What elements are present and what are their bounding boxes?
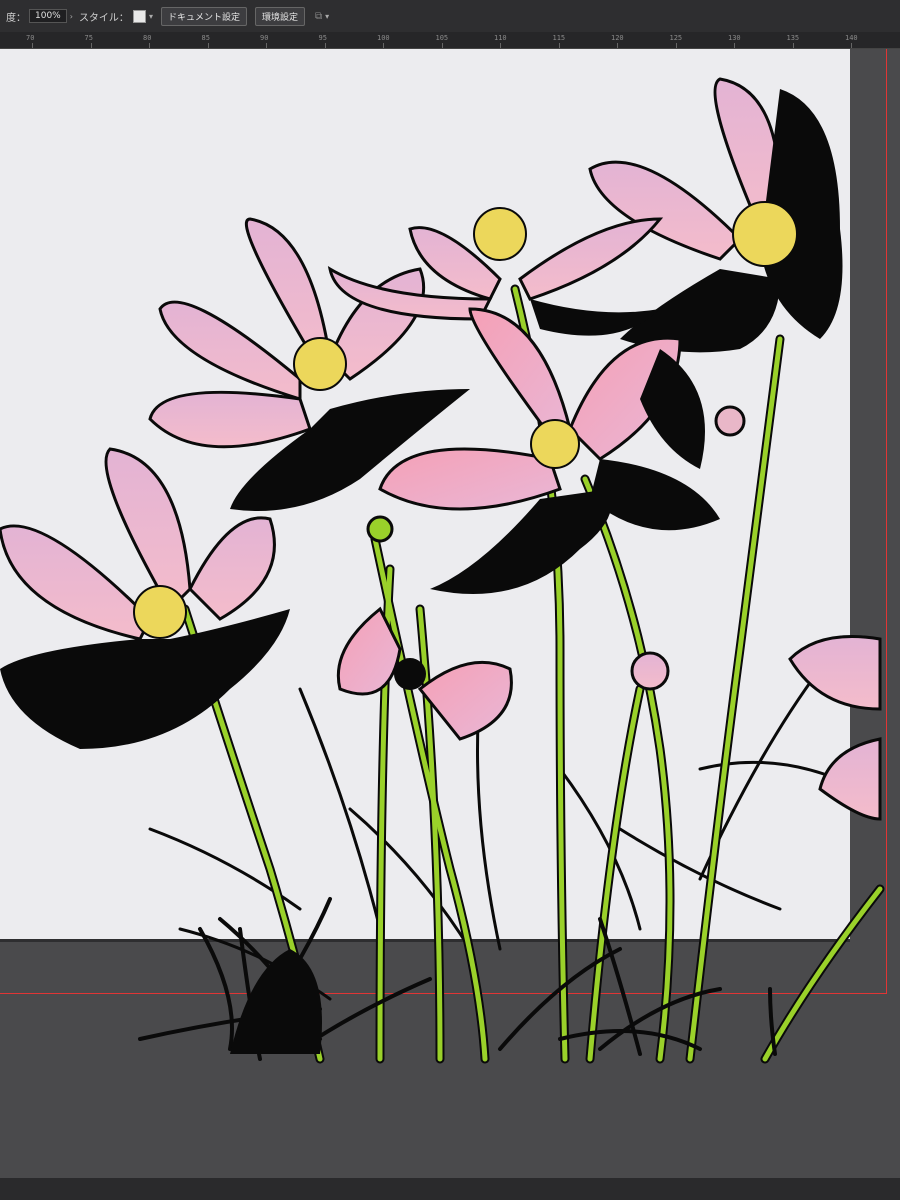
ruler-tick xyxy=(675,43,677,48)
opacity-control[interactable]: 度： 100% › xyxy=(6,9,73,24)
ruler-label: 110 xyxy=(494,34,507,42)
ruler-label: 85 xyxy=(201,34,210,42)
ruler-label: 80 xyxy=(143,34,152,42)
ruler-tick xyxy=(558,43,560,48)
ruler-tick xyxy=(617,43,618,48)
chevron-right-icon[interactable]: › xyxy=(70,12,73,21)
style-control[interactable]: スタイル： ▾ xyxy=(79,9,153,24)
ruler-tick xyxy=(792,43,794,48)
ruler-label: 90 xyxy=(260,34,269,42)
ruler-label: 130 xyxy=(728,34,741,42)
style-label: スタイル： xyxy=(78,12,129,24)
ruler-label: 120 xyxy=(611,34,624,42)
ruler-label: 135 xyxy=(786,34,800,42)
ruler-label: 105 xyxy=(435,34,449,42)
ruler-label: 70 xyxy=(26,34,35,42)
opacity-label: 度： xyxy=(6,12,26,24)
horizontal-ruler[interactable]: 70 75 80 85 90 95 100 105 110 115 120 125 130 135 140 xyxy=(0,32,900,49)
ruler-tick xyxy=(90,43,92,48)
arrange-icon[interactable]: ⧉ xyxy=(315,11,322,22)
ruler-label: 140 xyxy=(845,34,858,42)
ruler-tick xyxy=(441,43,443,48)
ruler-tick xyxy=(324,43,326,48)
ruler-tick xyxy=(500,43,501,48)
document-settings-button[interactable]: ドキュメント設定 xyxy=(160,6,247,26)
flower-right-edge xyxy=(788,635,882,821)
chevron-down-icon[interactable]: ▾ xyxy=(325,12,329,21)
cosmos-illustration[interactable] xyxy=(0,49,900,1200)
opacity-field[interactable]: 100% xyxy=(29,9,67,23)
ruler-label: 95 xyxy=(318,34,327,42)
ruler-label: 75 xyxy=(84,34,93,42)
ruler-tick xyxy=(149,43,150,48)
flower-top-right xyxy=(588,77,843,353)
ruler-tick xyxy=(734,43,735,48)
chevron-down-icon[interactable]: ▾ xyxy=(149,12,153,21)
ruler-label: 100 xyxy=(377,34,390,42)
style-swatch[interactable] xyxy=(132,9,146,23)
control-bar: 度： 100% › スタイル： ▾ ドキュメント設定 環境設定 ⧉ ▾ xyxy=(0,0,900,32)
status-bar xyxy=(0,1178,900,1200)
ruler-label: 125 xyxy=(669,34,683,42)
flower-center-pink xyxy=(378,307,720,594)
ruler-label: 115 xyxy=(552,34,566,42)
preferences-button[interactable]: 環境設定 xyxy=(254,6,305,26)
ruler-tick xyxy=(207,43,209,48)
ruler-tick xyxy=(266,43,267,48)
ruler-tick xyxy=(32,43,33,48)
ruler-tick xyxy=(383,43,384,48)
ruler-tick xyxy=(851,43,852,48)
